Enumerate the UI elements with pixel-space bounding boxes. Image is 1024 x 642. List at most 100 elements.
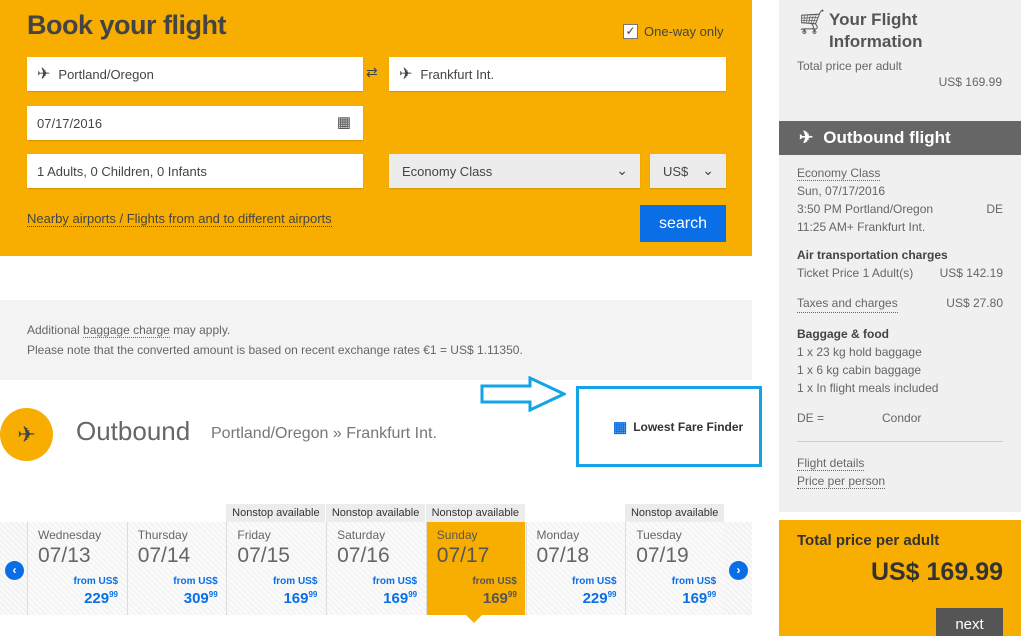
ticket-value: US$ 142.19 <box>939 266 1003 280</box>
day-date: 07/19 <box>636 544 689 567</box>
price-whole: 169 <box>682 590 708 607</box>
ticket-label: Ticket Price 1 Adult(s) <box>797 266 914 280</box>
carrier-name: Condor <box>882 411 922 425</box>
day-price: 16999 <box>483 590 517 607</box>
search-button[interactable]: search <box>640 205 726 242</box>
day-cell[interactable]: Monday 07/18 from US$ 22999 <box>525 522 625 615</box>
day-price: 30999 <box>184 590 218 607</box>
from-label: from US$ <box>173 576 218 587</box>
price-per-person-link[interactable]: Price per person <box>797 474 886 489</box>
day-cell[interactable]: Friday 07/15 from US$ 16999 <box>226 522 326 615</box>
price-whole: 169 <box>383 590 409 607</box>
flight-details-link[interactable]: Flight details <box>797 456 865 471</box>
day-cell[interactable]: Saturday 07/16 from US$ 16999 <box>326 522 426 615</box>
total-value: US$ 169.99 <box>938 75 1002 89</box>
total-label: Total price per adult <box>797 59 902 73</box>
outbound-title: Outbound <box>76 416 191 446</box>
passengers-value: 1 Adults, 0 Children, 0 Infants <box>37 163 207 179</box>
lowest-fare-label: Lowest Fare Finder <box>633 419 744 434</box>
passengers-input[interactable]: 1 Adults, 0 Children, 0 Infants <box>27 154 363 188</box>
plane-icon: ✈ <box>799 128 814 147</box>
outbound-header-label: Outbound flight <box>823 128 951 147</box>
price-whole: 169 <box>283 590 309 607</box>
lowest-fare-finder-button[interactable]: ▦ Lowest Fare Finder <box>576 386 762 467</box>
day-name: Tuesday <box>636 528 682 542</box>
price-cents: 99 <box>707 590 717 599</box>
currency-select[interactable]: US$ ⌄ <box>650 154 726 188</box>
date-value: 07/17/2016 <box>37 115 103 131</box>
booking-form: Book your flight ✓ One-way only ✈ Portland… <box>0 0 752 256</box>
day-price: 16999 <box>383 590 417 607</box>
date-input[interactable]: 07/17/2016 ▦ <box>27 106 363 140</box>
day-date: 07/17 <box>436 544 490 567</box>
origin-value: Portland/Oregon <box>58 66 154 82</box>
cabin-link[interactable]: Economy Class <box>797 166 881 181</box>
air-charges-heading: Air transportation charges <box>797 248 948 262</box>
notice-line-2: Please note that the converted amount is… <box>27 343 523 357</box>
price-cents: 99 <box>308 590 318 599</box>
calendar-icon[interactable]: ▦ <box>337 113 351 131</box>
chevron-down-icon: ⌄ <box>616 162 628 178</box>
day-price: 22999 <box>583 590 617 607</box>
chevron-down-icon: ⌄ <box>702 162 714 178</box>
from-label: from US$ <box>671 576 717 587</box>
destination-input[interactable]: ✈ Frankfurt Int. <box>389 57 726 91</box>
baggage-item: 1 x In flight meals included <box>797 381 939 395</box>
nonstop-badge: Nonstop available <box>425 504 525 522</box>
origin-input[interactable]: ✈ Portland/Oregon <box>27 57 363 91</box>
page-title: Book your flight <box>27 10 226 40</box>
nonstop-badge: Nonstop available <box>326 504 426 522</box>
swap-icon[interactable]: ⇄ <box>366 64 378 81</box>
sidebar-title: Your Flight Information <box>829 10 923 51</box>
nonstop-badge: Nonstop available <box>226 504 326 522</box>
day-name: Friday <box>237 528 271 542</box>
day-price: 16999 <box>682 590 716 607</box>
day-price: 16999 <box>283 590 317 607</box>
outbound-route: Portland/Oregon » Frankfurt Int. <box>211 425 437 442</box>
day-date: 07/14 <box>137 544 191 567</box>
price-whole: 229 <box>582 590 608 607</box>
notice-line-1: Additional baggage charge may apply. <box>27 320 725 340</box>
taxes-value: US$ 27.80 <box>946 296 1003 310</box>
next-dates-button[interactable]: › <box>729 561 748 580</box>
notice-text: may apply. <box>169 323 231 337</box>
day-cell[interactable]: Thursday 07/14 from US$ 30999 <box>126 522 226 615</box>
day-date: 07/13 <box>38 544 91 567</box>
day-cell[interactable]: Wednesday 07/13 from US$ 22999 <box>27 522 126 615</box>
one-way-checkbox[interactable]: ✓ One-way only <box>623 24 723 39</box>
outbound-plane-icon: ✈ <box>0 408 53 461</box>
taxes-link[interactable]: Taxes and charges <box>797 294 898 313</box>
price-whole: 309 <box>183 590 209 607</box>
price-cents: 99 <box>507 590 517 599</box>
cabin-class-value: Economy Class <box>402 163 493 179</box>
cart-icon: 🛒︎ <box>797 9 828 36</box>
baggage-charge-link[interactable]: baggage charge <box>83 323 170 338</box>
checkbox-check-icon[interactable]: ✓ <box>623 24 638 39</box>
nonstop-badge: Nonstop available <box>625 504 725 522</box>
prev-dates-button[interactable]: ‹ <box>5 561 24 580</box>
day-name: Wednesday <box>38 528 102 542</box>
arrow-right-icon <box>480 376 566 412</box>
departure: 3:50 PM Portland/Oregon <box>797 202 934 216</box>
price-whole: 169 <box>482 590 508 607</box>
selected-day-pointer <box>466 615 482 623</box>
day-date: 07/15 <box>237 544 290 567</box>
calendar-icon: ▦ <box>613 418 628 436</box>
carrier-code: DE = <box>797 411 825 425</box>
flight-info-sidebar: 🛒︎ Total price per adult US$ 169.99 Econ… <box>779 0 1021 512</box>
baggage-heading: Baggage & food <box>797 327 889 341</box>
airline-code: DE <box>986 202 1003 216</box>
nearby-airports-link[interactable]: Nearby airports / Flights from and to di… <box>27 211 332 227</box>
takeoff-icon: ✈ <box>37 66 51 83</box>
day-date: 07/16 <box>337 544 390 567</box>
next-button[interactable]: next <box>936 608 1003 636</box>
day-cell[interactable]: Sunday 07/17 from US$ 16999 <box>425 522 525 615</box>
from-label: from US$ <box>572 576 617 587</box>
price-cents: 99 <box>109 590 118 599</box>
baggage-item: 1 x 23 kg hold baggage <box>797 345 922 359</box>
day-name: Sunday <box>436 528 478 542</box>
outbound-flight-header: ✈ Outbound flight <box>779 121 1021 155</box>
day-cell[interactable]: Tuesday 07/19 from US$ 16999 <box>625 522 725 615</box>
price-cents: 99 <box>208 590 218 599</box>
cabin-class-select[interactable]: Economy Class ⌄ <box>389 154 640 188</box>
